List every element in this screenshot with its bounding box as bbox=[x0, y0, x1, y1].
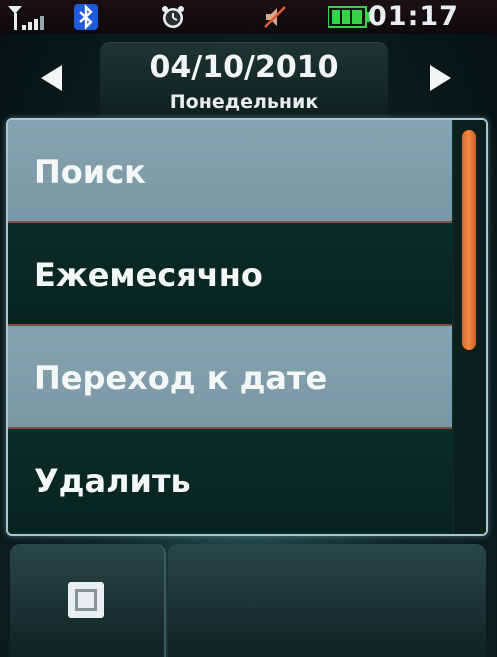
menu-item-label: Ежемесячно bbox=[34, 255, 263, 294]
left-arrow-icon bbox=[41, 65, 62, 91]
alarm-clock-icon bbox=[162, 6, 184, 28]
current-weekday: Понедельник bbox=[169, 91, 319, 113]
options-menu-icon bbox=[68, 582, 104, 618]
date-panel: 04/10/2010 Понедельник bbox=[100, 42, 388, 118]
clock-time: 01:17 bbox=[368, 1, 459, 32]
signal-strength-icon bbox=[8, 6, 44, 30]
battery-icon bbox=[328, 6, 370, 28]
menu-item-delete[interactable]: Удалить bbox=[8, 429, 452, 532]
menu-item-search[interactable]: Поиск bbox=[8, 120, 452, 223]
bluetooth-icon bbox=[74, 4, 98, 30]
menu-item-label: Удалить bbox=[34, 461, 191, 500]
options-softkey[interactable] bbox=[10, 544, 166, 657]
softkey-bar bbox=[0, 540, 497, 657]
phone-screen: 01:17 04/10/2010 Понедельник Поиск Ежеме… bbox=[0, 0, 497, 657]
muted-speaker-icon bbox=[264, 6, 286, 28]
right-softkey[interactable] bbox=[168, 544, 486, 657]
right-arrow-icon bbox=[430, 65, 451, 91]
options-popup-menu: Поиск Ежемесячно Переход к дате Удалить bbox=[6, 118, 488, 536]
current-date: 04/10/2010 bbox=[149, 50, 339, 85]
menu-item-go-to-date[interactable]: Переход к дате bbox=[8, 326, 452, 429]
menu-scrollbar[interactable] bbox=[454, 120, 486, 534]
status-bar: 01:17 bbox=[0, 0, 497, 34]
scrollbar-thumb[interactable] bbox=[462, 130, 476, 350]
date-header: 04/10/2010 Понедельник bbox=[0, 36, 497, 118]
previous-day-button[interactable] bbox=[22, 50, 82, 106]
menu-item-label: Поиск bbox=[34, 152, 146, 191]
menu-item-monthly[interactable]: Ежемесячно bbox=[8, 223, 452, 326]
menu-item-label: Переход к дате bbox=[34, 358, 328, 397]
next-day-button[interactable] bbox=[410, 50, 470, 106]
